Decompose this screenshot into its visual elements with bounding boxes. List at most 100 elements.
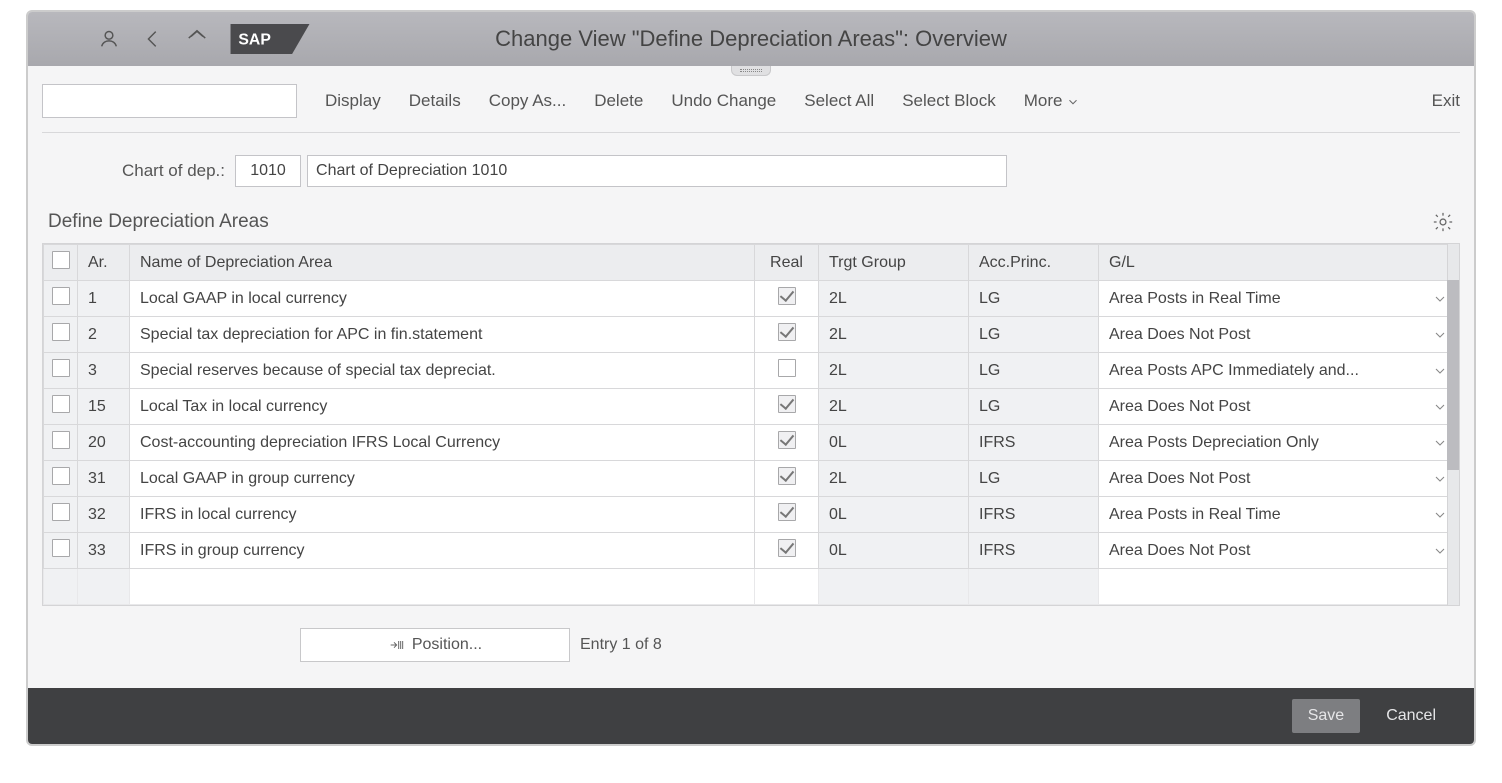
table-row[interactable]: 2Special tax depreciation for APC in fin… [44,317,1459,353]
cell-name[interactable]: Special tax depreciation for APC in fin.… [130,317,755,353]
col-real[interactable]: Real [755,245,819,281]
cell-trgt[interactable]: 2L [819,353,969,389]
chart-of-dep-desc[interactable]: Chart of Depreciation 1010 [307,155,1007,187]
user-icon[interactable] [98,28,120,50]
cell-trgt[interactable]: 2L [819,281,969,317]
table-row[interactable]: 1Local GAAP in local currency 2LLGArea Po… [44,281,1459,317]
row-select-checkbox[interactable] [44,497,78,533]
cell-acc[interactable]: LG [969,353,1099,389]
chevron-down-icon[interactable] [1432,435,1448,451]
delete-button[interactable]: Delete [594,91,643,111]
col-ar[interactable]: Ar. [78,245,130,281]
row-select-checkbox[interactable] [44,317,78,353]
cell-name[interactable]: Local Tax in local currency [130,389,755,425]
cell-trgt[interactable]: 2L [819,461,969,497]
cell-trgt[interactable]: 0L [819,425,969,461]
cell-gl[interactable]: Area Does Not Post [1099,461,1459,497]
cell-name[interactable]: IFRS in local currency [130,497,755,533]
cell-gl[interactable]: Area Posts Depreciation Only [1099,425,1459,461]
details-button[interactable]: Details [409,91,461,111]
chart-of-dep-code[interactable]: 1010 [235,155,301,187]
cell-ar[interactable]: 31 [78,461,130,497]
cell-gl[interactable]: Area Posts in Real Time [1099,281,1459,317]
cell-ar[interactable]: 1 [78,281,130,317]
vertical-scrollbar[interactable] [1447,244,1459,605]
cell-gl[interactable]: Area Does Not Post [1099,533,1459,569]
cell-ar[interactable]: 32 [78,497,130,533]
cell-name[interactable]: Cost-accounting depreciation IFRS Local … [130,425,755,461]
copy-as-button[interactable]: Copy As... [489,91,566,111]
select-block-button[interactable]: Select Block [902,91,996,111]
cell-acc[interactable]: IFRS [969,533,1099,569]
cell-acc[interactable]: LG [969,281,1099,317]
chevron-down-icon[interactable] [1432,471,1448,487]
row-select-checkbox[interactable] [44,461,78,497]
back-icon[interactable] [142,28,164,50]
command-input[interactable] [42,84,297,118]
scrollbar-thumb[interactable] [1447,280,1459,470]
cell-real-checkbox[interactable] [755,425,819,461]
chevron-down-icon[interactable] [1432,291,1448,307]
cell-ar[interactable]: 20 [78,425,130,461]
exit-button[interactable]: Exit [1432,91,1460,111]
cell-ar[interactable]: 15 [78,389,130,425]
cell-ar[interactable]: 3 [78,353,130,389]
select-all-checkbox[interactable] [44,245,78,281]
cell-trgt[interactable]: 2L [819,389,969,425]
cell-ar[interactable]: 33 [78,533,130,569]
row-select-checkbox[interactable] [44,425,78,461]
cell-ar[interactable]: 2 [78,317,130,353]
chevron-down-icon[interactable] [1432,507,1448,523]
cell-gl[interactable]: Area Does Not Post [1099,317,1459,353]
cell-real-checkbox[interactable] [755,533,819,569]
cancel-button[interactable]: Cancel [1370,699,1452,733]
more-button[interactable]: More [1024,91,1081,111]
display-button[interactable]: Display [325,91,381,111]
cell-gl[interactable]: Area Does Not Post [1099,389,1459,425]
col-acc[interactable]: Acc.Princ. [969,245,1099,281]
table-row[interactable]: 31Local GAAP in group currency 2LLGArea D… [44,461,1459,497]
position-button[interactable]: Position... [300,628,570,662]
chevron-down-icon[interactable] [1432,363,1448,379]
chevron-down-icon[interactable] [1432,399,1448,415]
cell-acc[interactable]: LG [969,317,1099,353]
cell-real-checkbox[interactable] [755,317,819,353]
cell-acc[interactable]: LG [969,389,1099,425]
row-select-checkbox[interactable] [44,533,78,569]
cell-real-checkbox[interactable] [755,461,819,497]
col-name[interactable]: Name of Depreciation Area [130,245,755,281]
save-button[interactable]: Save [1292,699,1360,733]
cell-acc[interactable]: IFRS [969,497,1099,533]
table-row[interactable]: 20Cost-accounting depreciation IFRS Loca… [44,425,1459,461]
row-select-checkbox[interactable] [44,389,78,425]
cell-gl[interactable]: Area Posts in Real Time [1099,497,1459,533]
select-all-button[interactable]: Select All [804,91,874,111]
cell-acc[interactable]: IFRS [969,425,1099,461]
drag-handle[interactable] [731,66,771,76]
col-trgt[interactable]: Trgt Group [819,245,969,281]
cell-name[interactable]: IFRS in group currency [130,533,755,569]
table-row[interactable]: 3Special reserves because of special tax… [44,353,1459,389]
cell-trgt[interactable]: 0L [819,533,969,569]
cell-acc[interactable]: LG [969,461,1099,497]
cell-name[interactable]: Local GAAP in group currency [130,461,755,497]
chevron-down-icon[interactable] [1432,327,1448,343]
table-row[interactable]: 15Local Tax in local currency 2LLGArea Do… [44,389,1459,425]
cell-gl[interactable]: Area Posts APC Immediately and... [1099,353,1459,389]
gear-icon[interactable] [1432,211,1454,233]
row-select-checkbox[interactable] [44,281,78,317]
table-row[interactable]: 33IFRS in group currency 0LIFRSArea Does … [44,533,1459,569]
cell-real-checkbox[interactable] [755,353,819,389]
col-gl[interactable]: G/L [1099,245,1459,281]
undo-change-button[interactable]: Undo Change [671,91,776,111]
cell-name[interactable]: Local GAAP in local currency [130,281,755,317]
cell-real-checkbox[interactable] [755,389,819,425]
table-row[interactable]: 32IFRS in local currency 0LIFRSArea Posts… [44,497,1459,533]
cell-real-checkbox[interactable] [755,281,819,317]
cell-name[interactable]: Special reserves because of special tax … [130,353,755,389]
cell-trgt[interactable]: 0L [819,497,969,533]
row-select-checkbox[interactable] [44,353,78,389]
chevron-down-icon[interactable] [1432,543,1448,559]
home-icon[interactable] [186,28,208,50]
cell-real-checkbox[interactable] [755,497,819,533]
